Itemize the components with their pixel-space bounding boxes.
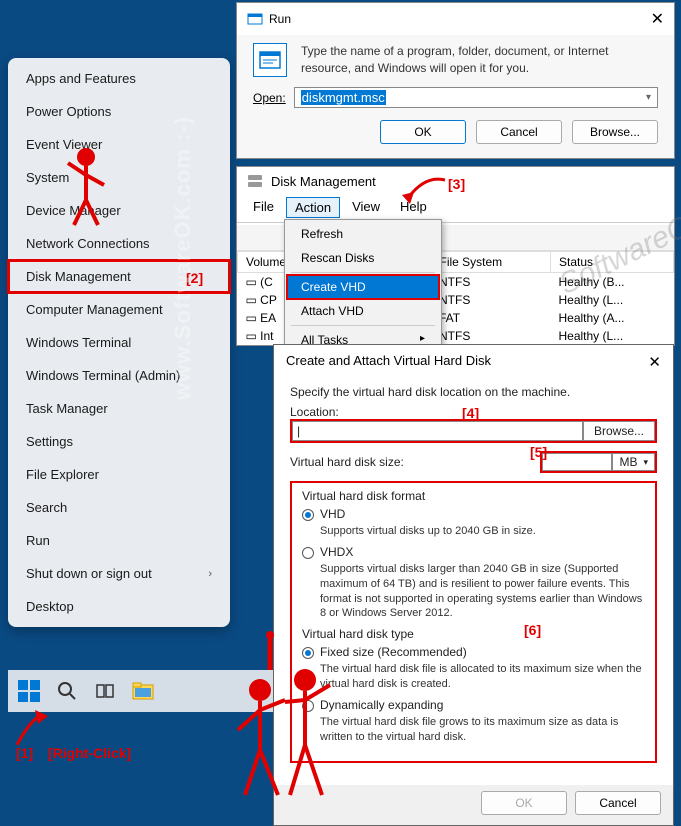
run-titlebar: Run ✕ [237,3,674,35]
size-input[interactable] [542,453,612,471]
arrow-icon [12,710,62,750]
radio-vhdx[interactable]: VHDX [302,545,645,559]
action-create-vhd[interactable]: Create VHD [286,274,440,300]
menu-windows-terminal[interactable]: Windows Terminal [8,326,230,359]
menu-file[interactable]: File [245,197,282,218]
menu-view[interactable]: View [344,197,388,218]
menu-computer-management[interactable]: Computer Management [8,293,230,326]
run-app-icon [253,43,287,77]
run-icon [247,11,263,27]
start-button[interactable] [16,678,42,704]
annotation-5: [5] [530,444,547,460]
annotation-4: [4] [462,405,479,421]
radio-icon [302,547,314,559]
watermark: www.SoftwareOK.com :-) [170,116,196,400]
dynamic-desc: The virtual hard disk file grows to its … [320,715,645,745]
menu-file-explorer[interactable]: File Explorer [8,458,230,491]
menu-action[interactable]: Action [286,197,340,218]
menu-device-manager[interactable]: Device Manager [8,194,230,227]
ok-button[interactable]: OK [380,120,466,144]
radio-vhd[interactable]: VHD [302,507,645,521]
dm-menubar: File Action View Help [237,195,674,220]
menu-power-options[interactable]: Power Options [8,95,230,128]
browse-button[interactable]: Browse... [572,120,658,144]
run-dialog: Run ✕ Type the name of a program, folder… [236,2,675,159]
annotation-1-text: [Right-Click] [48,745,131,761]
menu-network-connections[interactable]: Network Connections [8,227,230,260]
menu-run[interactable]: Run [8,524,230,557]
explorer-icon[interactable] [130,678,156,704]
close-icon[interactable]: ✕ [648,353,661,371]
dropdown-icon[interactable]: ▾ [646,92,651,103]
radio-icon [302,509,314,521]
menu-shutdown[interactable]: Shut down or sign out› [8,557,230,590]
cancel-button[interactable]: Cancel [476,120,562,144]
col-fs[interactable]: File System [431,252,550,273]
open-label: Open: [253,91,286,105]
action-refresh[interactable]: Refresh [287,222,439,246]
action-attach-vhd[interactable]: Attach VHD [287,299,439,323]
task-view-icon[interactable] [92,678,118,704]
stickman-icon [56,145,116,235]
annotation-3: [3] [448,176,465,192]
open-input[interactable]: diskmgmt.msc ▾ [294,87,658,108]
search-icon[interactable] [54,678,80,704]
annotation-6: [6] [524,622,541,638]
format-legend: Virtual hard disk format [302,489,645,503]
menu-system[interactable]: System [8,161,230,194]
vhd-description: Specify the virtual hard disk location o… [290,385,657,399]
menu-task-manager[interactable]: Task Manager [8,392,230,425]
menu-event-viewer[interactable]: Event Viewer [8,128,230,161]
menu-settings[interactable]: Settings [8,425,230,458]
menu-apps-features[interactable]: Apps and Features [8,62,230,95]
size-unit-select[interactable]: MB▾ [612,453,655,471]
type-legend: Virtual hard disk type [302,627,645,641]
stickman-icon [230,630,350,810]
fixed-desc: The virtual hard disk file is allocated … [320,662,645,692]
vhd-cancel-button[interactable]: Cancel [575,791,661,815]
location-browse-button[interactable]: Browse... [583,421,655,441]
radio-fixed[interactable]: Fixed size (Recommended) [302,645,645,659]
menu-windows-terminal-admin[interactable]: Windows Terminal (Admin) [8,359,230,392]
action-rescan[interactable]: Rescan Disks [287,246,439,270]
annotation-1: [1] [16,745,33,761]
size-label: Virtual hard disk size: [290,455,404,469]
menu-help[interactable]: Help [392,197,435,218]
location-input[interactable]: | [292,421,583,441]
vhdx-desc: Supports virtual disks larger than 2040 … [320,562,645,621]
run-title-text: Run [269,12,291,26]
radio-dynamic[interactable]: Dynamically expanding [302,698,645,712]
vhd-titlebar: Create and Attach Virtual Hard Disk ✕ [274,345,673,379]
menu-search[interactable]: Search [8,491,230,524]
vhd-ok-button[interactable]: OK [481,791,567,815]
vhd-desc: Supports virtual disks up to 2040 GB in … [320,524,645,539]
menu-desktop[interactable]: Desktop [8,590,230,623]
disk-icon [247,173,263,189]
chevron-right-icon: › [208,568,212,580]
close-icon[interactable]: ✕ [651,9,664,29]
winx-context-menu: Apps and Features Power Options Event Vi… [8,58,230,627]
run-description: Type the name of a program, folder, docu… [301,43,658,77]
